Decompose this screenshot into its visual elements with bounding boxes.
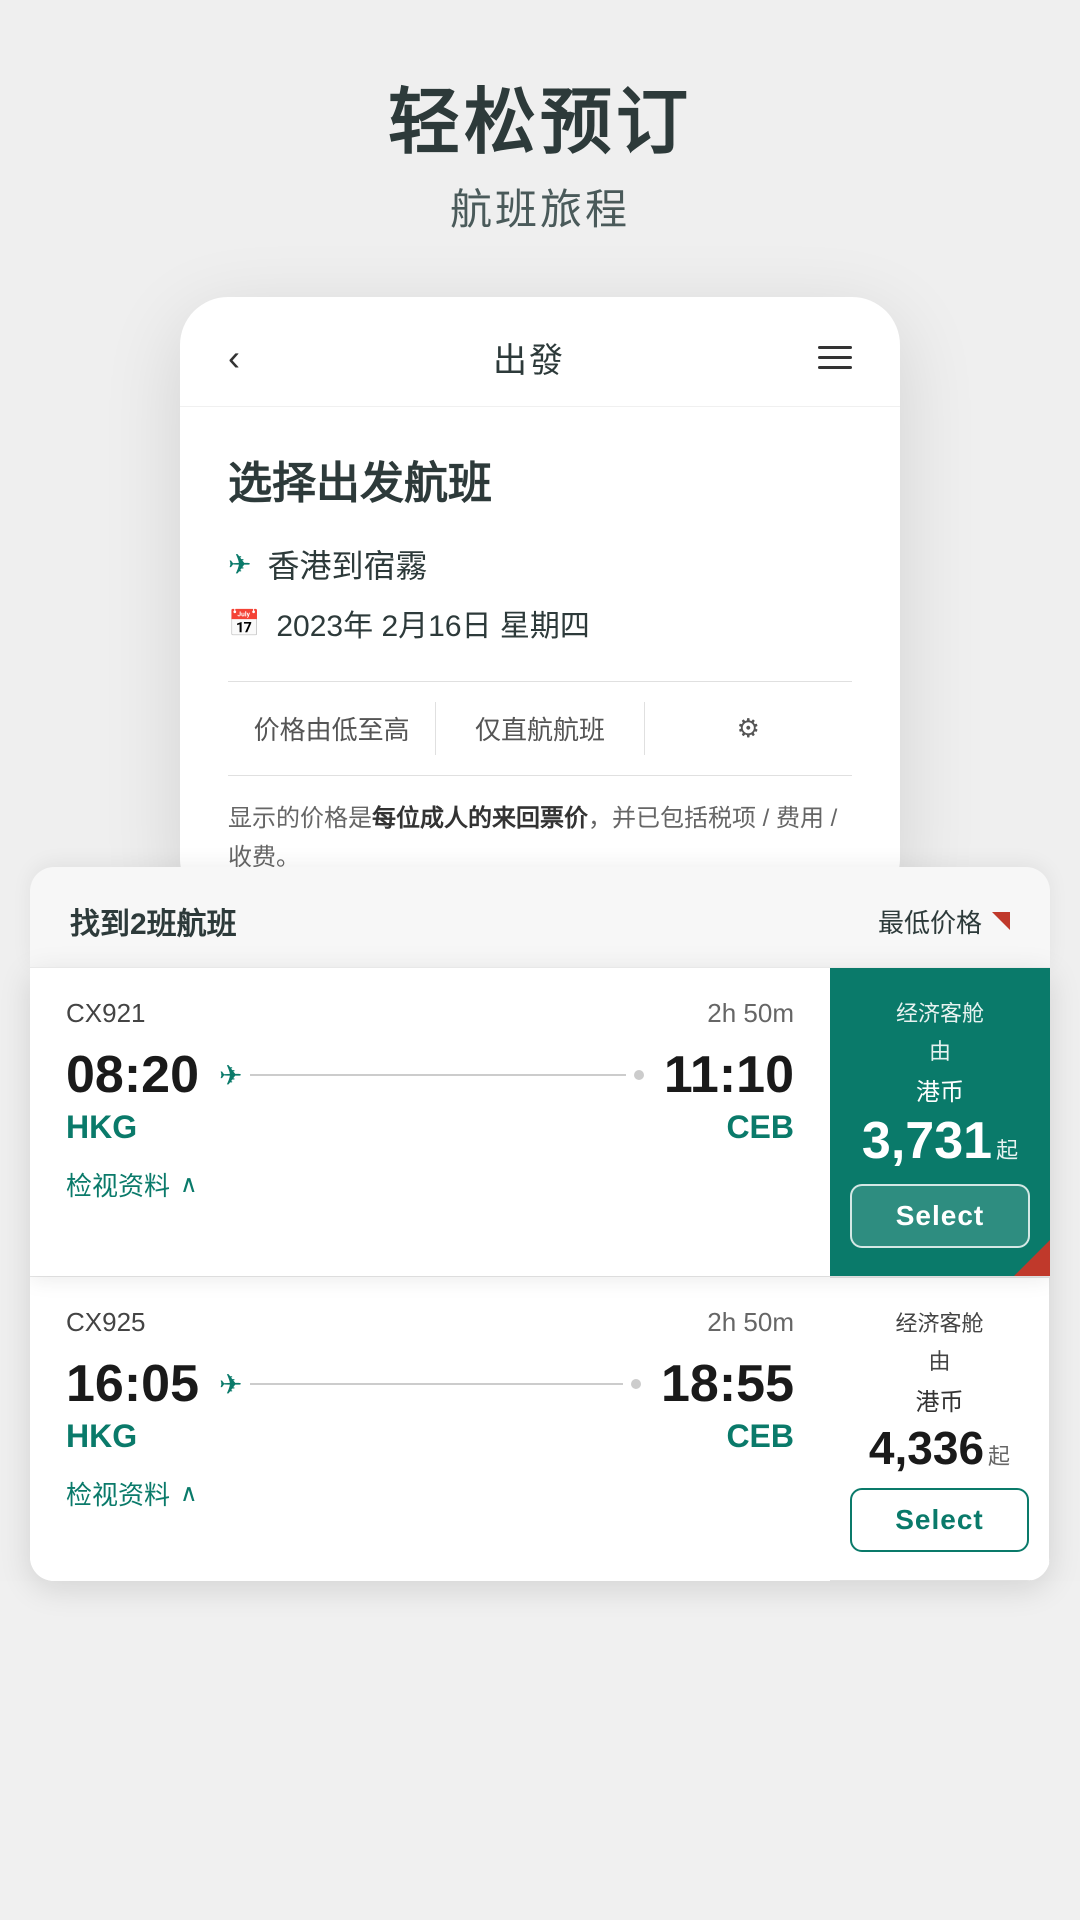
arrive-time-2: 18:55 xyxy=(661,1358,794,1410)
chevron-up-icon-1: ∧ xyxy=(180,1170,198,1199)
hero-subtitle: 航班旅程 xyxy=(450,176,630,237)
filter-direct-label: 仅直航航班 xyxy=(475,715,605,745)
lowest-price-label: 最低价格 xyxy=(878,903,1010,940)
calendar-icon: 📅 xyxy=(228,608,260,639)
flight-meta-2: CX925 2h 50m xyxy=(66,1307,794,1338)
route-line-bar-2 xyxy=(250,1383,623,1385)
menu-line-2 xyxy=(818,356,852,359)
filter-tab-direct[interactable]: 仅直航航班 xyxy=(436,702,644,755)
cabin-class-2: 经济客舱 xyxy=(895,1306,983,1338)
filter-options-icon: ⚙ xyxy=(737,713,760,744)
lowest-price-flag-icon xyxy=(992,912,1010,930)
price-suffix-2: 起 xyxy=(988,1439,1010,1471)
date-info: 📅 2023年 2月16日 星期四 xyxy=(228,601,852,645)
flight-times-2: 16:05 ✈ 18:55 xyxy=(66,1358,794,1410)
arrive-time-1: 11:10 xyxy=(664,1049,794,1101)
price-by-2: 由 xyxy=(928,1344,950,1376)
flight-plane-icon-2: ✈ xyxy=(219,1368,242,1401)
origin-code-2: HKG xyxy=(66,1418,146,1455)
flight-number-1: CX921 xyxy=(66,998,146,1029)
price-panel-1: 经济客舱 由 港币 3,731 起 Select xyxy=(830,968,1050,1276)
route-line-2: ✈ xyxy=(219,1368,641,1401)
phone-mockup: ‹ 出發 选择出发航班 ✈ 香港到宿霧 📅 2023年 2月16日 星期四 价格… xyxy=(180,297,900,907)
price-suffix-1: 起 xyxy=(996,1133,1018,1165)
price-amount-2: 4,336 xyxy=(869,1423,984,1474)
origin-code-1: HKG xyxy=(66,1109,146,1146)
route-dot-2 xyxy=(631,1379,641,1389)
select-flight-title: 选择出发航班 xyxy=(228,447,852,511)
depart-time-2: 16:05 xyxy=(66,1358,199,1410)
view-details-2[interactable]: 检视资料 ∧ xyxy=(66,1475,794,1512)
view-details-text-2: 检视资料 xyxy=(66,1475,170,1512)
price-notice-bold: 每位成人的来回票价 xyxy=(372,805,588,832)
flight-duration-1: 2h 50m xyxy=(707,998,794,1029)
select-button-2[interactable]: Select xyxy=(850,1488,1029,1552)
menu-button[interactable] xyxy=(818,346,852,369)
route-line-bar-1 xyxy=(250,1074,625,1076)
flight-plane-icon-1: ✈ xyxy=(219,1059,242,1092)
flight-number-2: CX925 xyxy=(66,1307,146,1338)
flight-info-1: CX921 2h 50m 08:20 ✈ 11:10 HKG CEB xyxy=(30,968,830,1276)
flight-content: 选择出发航班 ✈ 香港到宿霧 📅 2023年 2月16日 星期四 价格由低至高 … xyxy=(180,407,900,907)
flight-airports-1: HKG CEB xyxy=(66,1109,794,1146)
red-corner-icon xyxy=(1014,1240,1050,1276)
flight-info-2: CX925 2h 50m 16:05 ✈ 18:55 HKG CEB xyxy=(30,1277,830,1581)
select-button-1[interactable]: Select xyxy=(850,1184,1030,1248)
lowest-price-text: 最低价格 xyxy=(878,903,982,940)
flight-duration-2: 2h 50m xyxy=(707,1307,794,1338)
hero-section: 轻松预订 航班旅程 ‹ 出發 选择出发航班 ✈ 香港到宿霧 📅 2023年 2月… xyxy=(0,0,1080,907)
app-header: ‹ 出發 xyxy=(180,297,900,407)
hero-title: 轻松预订 xyxy=(388,80,692,166)
table-row: CX925 2h 50m 16:05 ✈ 18:55 HKG CEB xyxy=(30,1276,1050,1581)
flight-meta-1: CX921 2h 50m xyxy=(66,998,794,1029)
route-text: 香港到宿霧 xyxy=(267,541,427,587)
flight-times-1: 08:20 ✈ 11:10 xyxy=(66,1049,794,1101)
app-header-title: 出發 xyxy=(493,333,565,382)
cabin-class-1: 经济客舱 xyxy=(896,996,984,1028)
route-info: ✈ 香港到宿霧 xyxy=(228,541,852,587)
price-currency-1: 港币 xyxy=(916,1072,964,1107)
filter-tab-price[interactable]: 价格由低至高 xyxy=(228,702,436,755)
table-row: CX921 2h 50m 08:20 ✈ 11:10 HKG CEB xyxy=(30,967,1050,1276)
price-panel-2: 经济客舱 由 港币 4,336 起 Select xyxy=(830,1277,1050,1581)
menu-line-3 xyxy=(818,366,852,369)
filter-price-label: 价格由低至高 xyxy=(254,715,410,745)
view-details-text-1: 检视资料 xyxy=(66,1166,170,1203)
flight-airports-2: HKG CEB xyxy=(66,1418,794,1455)
dest-code-1: CEB xyxy=(490,1109,794,1146)
menu-line-1 xyxy=(818,346,852,349)
flight-results-section: 找到2班航班 最低价格 CX921 2h 50m 08:20 ✈ xyxy=(0,867,1080,1581)
dest-code-2: CEB xyxy=(490,1418,794,1455)
all-cards-wrapper: CX921 2h 50m 08:20 ✈ 11:10 HKG CEB xyxy=(30,967,1050,1581)
found-flights-label: 找到2班航班 xyxy=(70,899,237,943)
date-text: 2023年 2月16日 星期四 xyxy=(276,601,589,645)
results-header: 找到2班航班 最低价格 xyxy=(30,867,1050,967)
view-details-1[interactable]: 检视资料 ∧ xyxy=(66,1166,794,1203)
back-button[interactable]: ‹ xyxy=(228,337,240,379)
filter-tabs: 价格由低至高 仅直航航班 ⚙ xyxy=(228,681,852,776)
filter-tab-options[interactable]: ⚙ xyxy=(645,705,852,752)
depart-time-1: 08:20 xyxy=(66,1049,199,1101)
price-amount-1: 3,731 xyxy=(862,1113,992,1170)
chevron-up-icon-2: ∧ xyxy=(180,1479,198,1508)
plane-route-icon: ✈ xyxy=(228,548,251,581)
route-dot-1 xyxy=(634,1070,644,1080)
price-by-1: 由 xyxy=(929,1034,951,1066)
price-currency-2: 港币 xyxy=(916,1382,964,1417)
route-line-1: ✈ xyxy=(219,1059,644,1092)
